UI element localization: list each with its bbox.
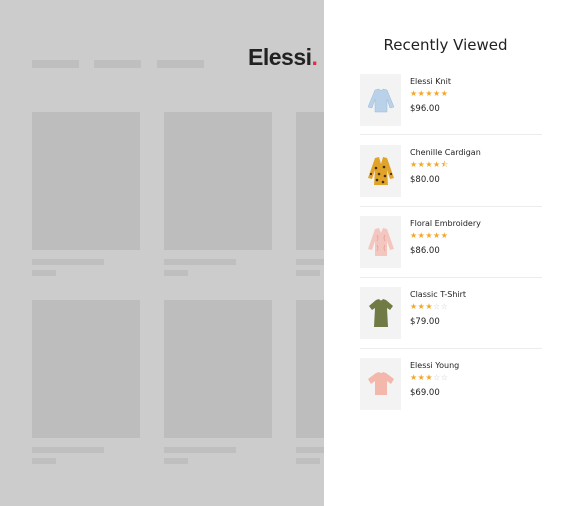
text-placeholder [296,270,320,276]
jacket-icon [367,228,394,256]
rating-stars: ★★★★⯪ [410,160,449,169]
nav-placeholder [157,60,204,68]
rating-stars: ★★★☆☆ [410,302,449,311]
product-placeholder [296,300,324,438]
product-thumbnail[interactable] [360,358,401,410]
divider [360,206,542,207]
product-placeholder [32,300,140,438]
text-placeholder [32,458,56,464]
product-price: $86.00 [410,246,440,256]
product-placeholder [164,112,272,250]
text-placeholder [296,458,320,464]
product-name[interactable]: Chenille Cardigan [410,148,481,157]
nav-placeholder [94,60,141,68]
text-placeholder [164,458,188,464]
product-price: $80.00 [410,175,440,185]
recently-viewed-drawer: Recently Viewed Elessi Knit ★★★★★ $96.00… [324,0,567,506]
rating-stars: ★★★★★ [410,89,449,98]
store-background: Elessi. [0,0,324,506]
product-placeholder [32,112,140,250]
top-icon [367,372,394,395]
product-thumbnail[interactable] [360,287,401,339]
divider [360,134,542,135]
tshirt-icon [368,299,393,327]
product-name[interactable]: Elessi Knit [410,77,451,86]
product-placeholder [296,112,324,250]
nav-placeholder [32,60,79,68]
product-price: $69.00 [410,388,440,398]
divider [360,348,542,349]
text-placeholder [164,259,236,265]
product-thumbnail[interactable] [360,216,401,268]
product-item[interactable]: Elessi Young ★★★☆☆ $69.00 [360,358,542,428]
rating-stars: ★★★☆☆ [410,373,449,382]
brand-logo[interactable]: Elessi. [248,44,318,71]
divider [360,277,542,278]
product-placeholder [164,300,272,438]
product-item[interactable]: Chenille Cardigan ★★★★⯪ $80.00 [360,145,542,215]
product-name[interactable]: Elessi Young [410,361,459,370]
product-thumbnail[interactable] [360,74,401,126]
text-placeholder [32,270,56,276]
product-name[interactable]: Classic T-Shirt [410,290,466,299]
cardigan-icon [367,157,394,185]
rating-stars: ★★★★★ [410,231,449,240]
product-item[interactable]: Floral Embroidery ★★★★★ $86.00 [360,216,542,286]
text-placeholder [164,270,188,276]
product-name[interactable]: Floral Embroidery [410,219,481,228]
drawer-title: Recently Viewed [383,36,508,54]
text-placeholder [32,259,104,265]
product-price: $96.00 [410,104,440,114]
text-placeholder [296,447,324,453]
text-placeholder [296,259,324,265]
product-item[interactable]: Classic T-Shirt ★★★☆☆ $79.00 [360,287,542,357]
product-thumbnail[interactable] [360,145,401,197]
product-price: $79.00 [410,317,440,327]
sweater-icon [367,88,394,113]
text-placeholder [32,447,104,453]
text-placeholder [164,447,236,453]
